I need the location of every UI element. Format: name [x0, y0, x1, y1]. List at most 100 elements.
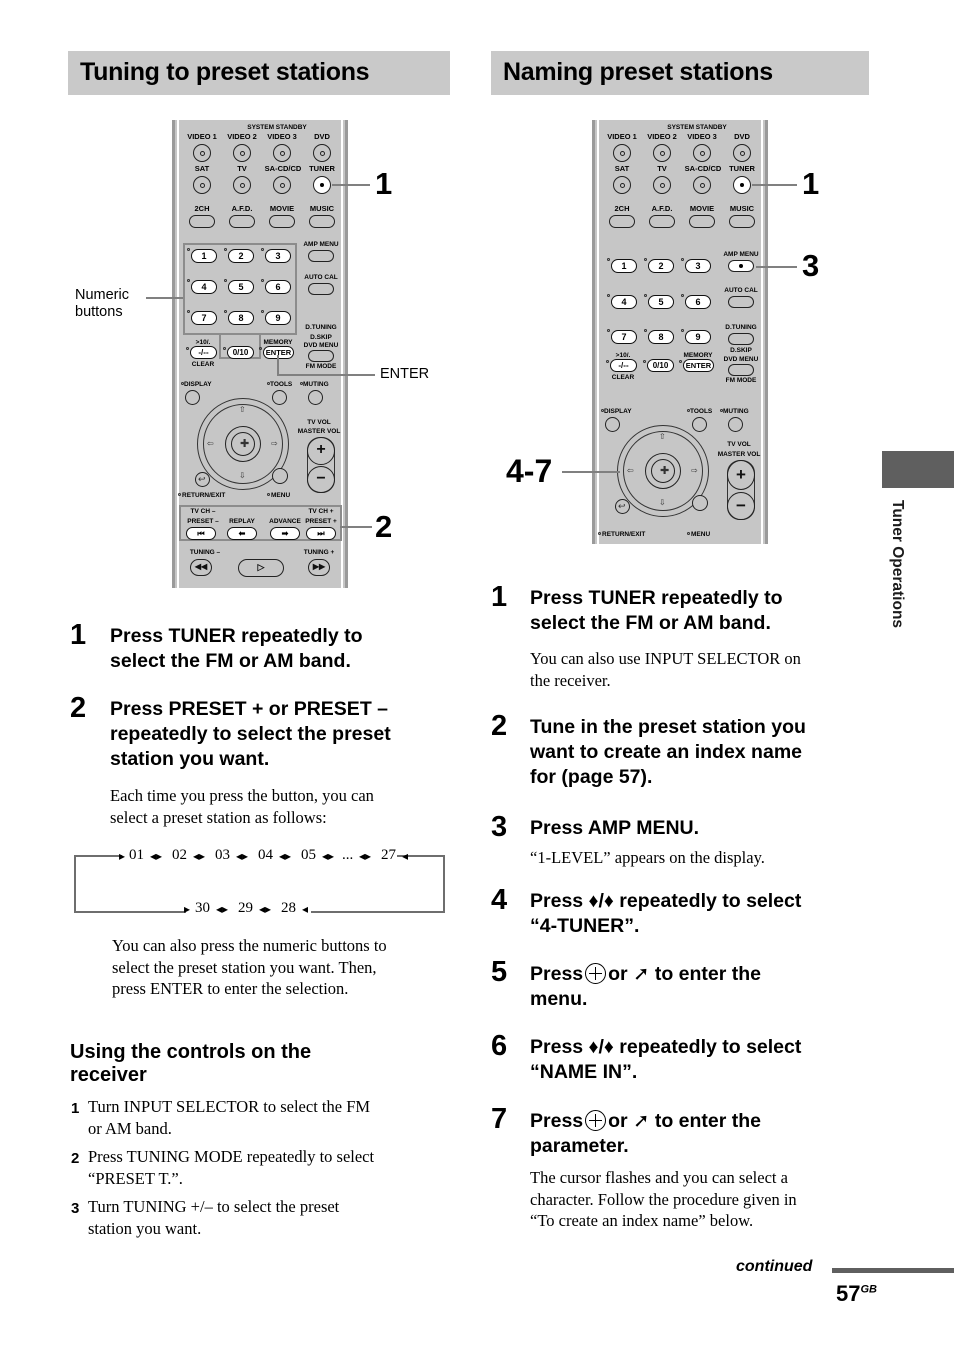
remote2-button-video1[interactable] — [613, 144, 631, 162]
remote-key-2[interactable]: 2 — [228, 249, 254, 263]
remote2-button-tools[interactable] — [692, 417, 707, 432]
cycle-arrow-6: ◂▸ — [359, 849, 372, 863]
remote-label-dvd: DVD — [314, 132, 330, 141]
remote-button-preset-minus[interactable]: ⏮ — [186, 527, 216, 540]
remote2-button-sat[interactable] — [613, 176, 631, 194]
remote2-dpad-left-arrow-icon[interactable]: ⇦ — [627, 467, 634, 475]
remote-key-0-10[interactable]: 0/10 — [227, 346, 254, 359]
sub-step-2-text: Press TUNING MODE repeatedly to select “… — [88, 1146, 458, 1189]
remote2-button-tv[interactable] — [653, 176, 671, 194]
right-step-2-heading-line1: Tune in the preset station you — [530, 716, 806, 738]
remote2-key-enter[interactable]: ENTER — [683, 359, 714, 372]
remote-key-6[interactable]: 6 — [265, 280, 291, 294]
remote2-button-afd[interactable] — [649, 215, 675, 228]
cycle-value-01: 01 — [129, 847, 144, 863]
remote-button-dvd-menu[interactable] — [308, 350, 334, 362]
remote-key-3[interactable]: 3 — [265, 249, 291, 263]
dpad-left-arrow-icon[interactable]: ⇦ — [207, 440, 214, 448]
remote-button-tools[interactable] — [272, 390, 287, 405]
remote-button-2ch[interactable] — [189, 215, 215, 228]
remote2-key-8[interactable]: 8 — [648, 330, 674, 344]
remote2-key-9[interactable]: 9 — [685, 330, 711, 344]
remote-key-5[interactable]: 5 — [228, 280, 254, 294]
subsection-heading: Using the controls on the receiver — [70, 1041, 430, 1087]
remote-label-auto-cal: AUTO CAL — [304, 274, 338, 281]
remote-button-advance[interactable]: ➡ — [270, 527, 300, 540]
cycle-value-03: 03 — [215, 847, 230, 863]
remote2-button-movie[interactable] — [689, 215, 715, 228]
remote2-button-menu[interactable] — [692, 495, 708, 511]
remote-button-tv[interactable] — [233, 176, 251, 194]
remote2-key-dashes[interactable]: -/-- — [610, 359, 637, 372]
remote2-button-sacdcd[interactable] — [693, 176, 711, 194]
left-step-2-heading-line2: repeatedly to select the preset — [110, 723, 391, 745]
remote-button-replay[interactable]: ⬅ — [227, 527, 257, 540]
section-heading-tuning: Tuning to preset stations — [68, 51, 450, 95]
remote-key-dashes[interactable]: -/-- — [190, 346, 217, 359]
remote2-button-video2[interactable] — [653, 144, 671, 162]
left-after-body-line1: You can also press the numeric buttons t… — [112, 936, 387, 955]
remote2-dpad-up-arrow-icon[interactable]: ⇧ — [659, 433, 666, 441]
remote2-key-5[interactable]: 5 — [648, 295, 674, 309]
remote2-button-dvd[interactable] — [733, 144, 751, 162]
remote-label-tuning-minus: TUNING – — [189, 549, 221, 556]
remote-button-sacdcd[interactable] — [273, 176, 291, 194]
remote2-button-music[interactable] — [729, 215, 755, 228]
remote2-key-2[interactable]: 2 — [648, 259, 674, 273]
remote2-key-6[interactable]: 6 — [685, 295, 711, 309]
tuning-minus-icon: ◀◀ — [194, 562, 208, 571]
remote-button-sat[interactable] — [193, 176, 211, 194]
remote2-key-3[interactable]: 3 — [685, 259, 711, 273]
dpad-down-arrow-icon[interactable]: ⇩ — [239, 472, 246, 480]
remote2-key-7[interactable]: 7 — [611, 330, 637, 344]
remote2-label-menu: MENU — [691, 531, 711, 538]
remote2-button-display[interactable] — [605, 417, 620, 432]
remote2-label-music: MUSIC — [729, 204, 755, 213]
remote-key-7[interactable]: 7 — [191, 311, 217, 325]
remote-button-menu[interactable] — [272, 468, 288, 484]
remote2-label-movie: MOVIE — [689, 204, 715, 213]
remote-label-muting: MUTING — [303, 381, 329, 388]
remote-button-video1[interactable] — [193, 144, 211, 162]
remote-label-preset-minus: PRESET – — [187, 518, 219, 525]
remote2-key-0-10[interactable]: 0/10 — [647, 359, 674, 372]
remote-label-display: DISPLAY — [184, 381, 212, 388]
remote-button-video2[interactable] — [233, 144, 251, 162]
remote-button-preset-plus[interactable]: ⏭ — [306, 527, 336, 540]
remote2-button-d-tuning[interactable] — [728, 333, 754, 345]
remote-key-8[interactable]: 8 — [228, 311, 254, 325]
remote-button-muting[interactable] — [308, 390, 323, 405]
remote-button-display[interactable] — [185, 390, 200, 405]
remote-key-1[interactable]: 1 — [191, 249, 217, 263]
remote-button-amp-menu[interactable] — [308, 250, 334, 262]
remote2-button-2ch[interactable] — [609, 215, 635, 228]
remote-button-auto-cal[interactable] — [308, 283, 334, 295]
remote2-label-video2: VIDEO 2 — [647, 132, 677, 141]
remote2-button-dvd-menu[interactable] — [728, 364, 754, 376]
dpad-up-arrow-icon[interactable]: ⇧ — [239, 406, 246, 414]
remote2-button-tuner-highlighted[interactable] — [733, 176, 751, 194]
remote-button-video3[interactable] — [273, 144, 291, 162]
remote-label-afd: A.F.D. — [231, 204, 253, 213]
remote-key-4[interactable]: 4 — [191, 280, 217, 294]
remote-button-dvd[interactable] — [313, 144, 331, 162]
cycle-arrow-in-top-right: ◂ — [402, 849, 409, 863]
remote-label-sat: SAT — [194, 164, 210, 173]
remote-button-movie[interactable] — [269, 215, 295, 228]
remote-key-9[interactable]: 9 — [265, 311, 291, 325]
remote2-key-1[interactable]: 1 — [611, 259, 637, 273]
dpad-right-arrow-icon[interactable]: ⇨ — [271, 440, 278, 448]
remote-button-music[interactable] — [309, 215, 335, 228]
remote2-label-return-exit: RETURN/EXIT — [602, 531, 646, 538]
left-step-1-heading-line2: select the FM or AM band. — [110, 650, 351, 672]
remote-button-tuner-highlighted[interactable] — [313, 176, 331, 194]
remote2-button-amp-menu-highlighted[interactable] — [728, 260, 754, 272]
remote2-button-video3[interactable] — [693, 144, 711, 162]
remote2-dpad-right-arrow-icon[interactable]: ⇨ — [691, 467, 698, 475]
remote2-key-4[interactable]: 4 — [611, 295, 637, 309]
remote-label-tv-ch-minus: TV CH – — [190, 508, 216, 515]
remote-button-afd[interactable] — [229, 215, 255, 228]
remote2-dpad-down-arrow-icon[interactable]: ⇩ — [659, 499, 666, 507]
remote2-button-muting[interactable] — [728, 417, 743, 432]
remote2-button-auto-cal[interactable] — [728, 296, 754, 308]
